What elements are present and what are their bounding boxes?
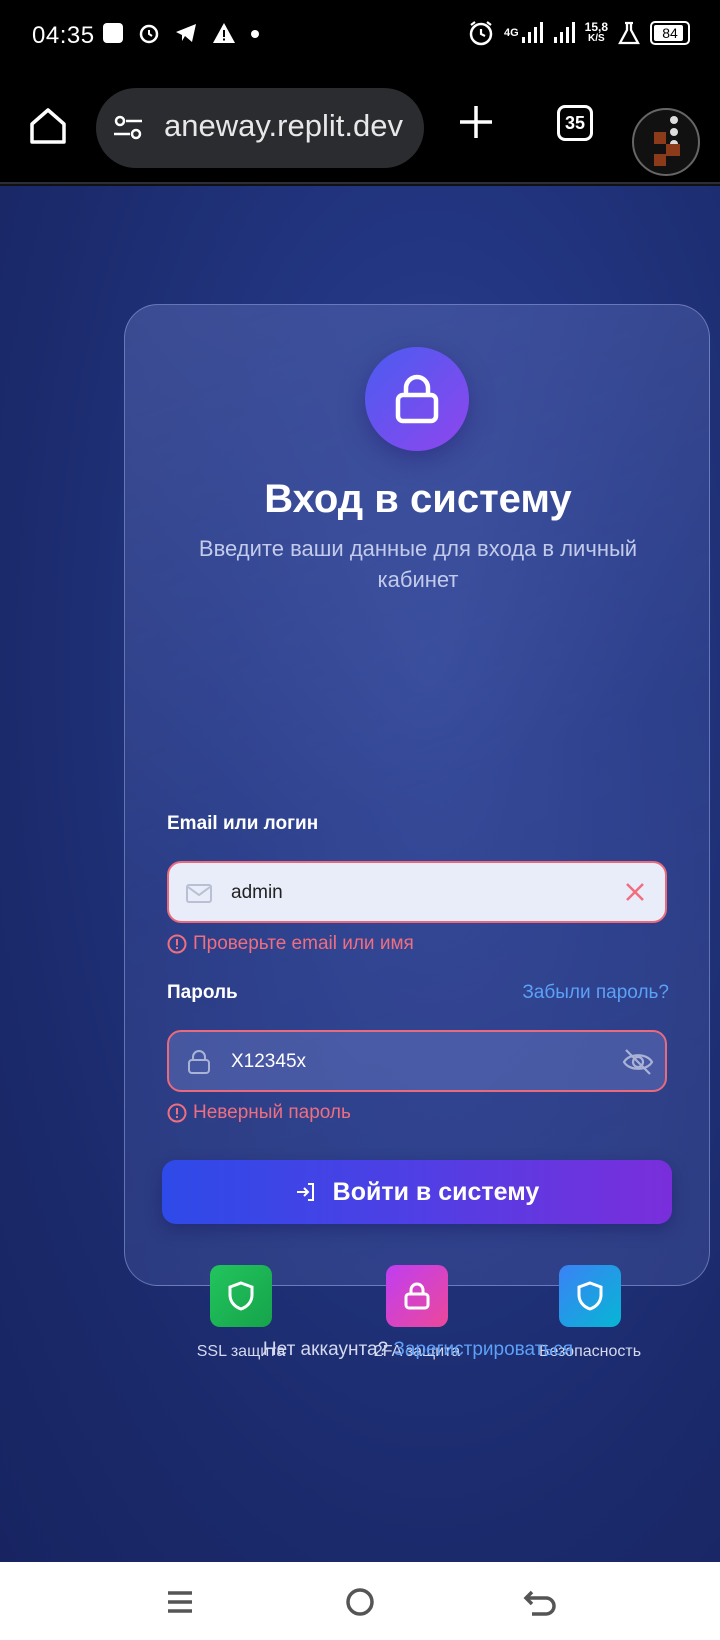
lock-icon bbox=[395, 374, 439, 424]
signal-icon-2 bbox=[553, 22, 575, 43]
url-text[interactable]: aneway.replit.dev bbox=[164, 108, 412, 144]
email-error: Проверьте email или имя bbox=[167, 933, 414, 955]
status-bar: 04:35 4G 15,8 K/S 84 bbox=[0, 0, 720, 72]
page-title: Вход в систему bbox=[264, 477, 572, 521]
mail-icon bbox=[186, 884, 212, 903]
eye-off-icon[interactable] bbox=[621, 1046, 655, 1078]
lock-icon bbox=[188, 1050, 210, 1074]
register-link[interactable]: Зарегистрироваться bbox=[393, 1339, 573, 1360]
battery-indicator: 84 bbox=[650, 21, 690, 45]
recents-icon[interactable] bbox=[162, 1584, 198, 1620]
shield-icon bbox=[228, 1281, 254, 1311]
password-value[interactable]: X12345x bbox=[231, 1051, 306, 1073]
alarm-icon bbox=[139, 24, 159, 44]
sign-in-icon bbox=[296, 1183, 314, 1201]
email-label: Email или логин bbox=[167, 813, 319, 834]
login-page: Вход в систему Введите ваши данные для в… bbox=[0, 186, 720, 1562]
system-nav-bar bbox=[0, 1562, 720, 1640]
profile-menu-icon bbox=[654, 116, 680, 166]
telegram-icon bbox=[176, 24, 196, 42]
login-button[interactable]: Войти в систему bbox=[162, 1160, 672, 1224]
email-value[interactable]: admin bbox=[231, 882, 283, 904]
login-button-label: Войти в систему bbox=[332, 1177, 540, 1206]
alert-circle-icon bbox=[167, 934, 187, 954]
password-label: Пароль bbox=[167, 982, 238, 1003]
back-icon[interactable] bbox=[522, 1584, 558, 1620]
system-icons: 4G 15,8 K/S 84 bbox=[468, 20, 690, 46]
email-error-text: Проверьте email или имя bbox=[193, 933, 414, 954]
alarm-icon bbox=[469, 21, 493, 46]
new-tab-icon[interactable] bbox=[456, 102, 496, 142]
feature-ssl-badge bbox=[210, 1265, 272, 1327]
password-error-text: Неверный пароль bbox=[193, 1102, 351, 1123]
speed-unit: K/S bbox=[587, 33, 605, 44]
signal-icon bbox=[521, 22, 543, 43]
notification-icons bbox=[102, 22, 260, 44]
menu-button[interactable] bbox=[632, 108, 700, 176]
shield-icon bbox=[577, 1281, 603, 1311]
feature-security-badge bbox=[559, 1265, 621, 1327]
forgot-password-link[interactable]: Забыли пароль? bbox=[522, 982, 669, 1004]
login-card: Вход в систему Введите ваши данные для в… bbox=[124, 304, 710, 1360]
home-circle-icon[interactable] bbox=[342, 1584, 378, 1620]
lock-badge bbox=[365, 347, 469, 451]
browser-toolbar: aneway.replit.dev 35 bbox=[0, 72, 720, 184]
register-prompt-text: Нет аккаунта? bbox=[262, 1339, 389, 1360]
alert-circle-icon bbox=[167, 1103, 187, 1123]
page-subtitle: Введите ваши данные для входа в личный к… bbox=[198, 536, 638, 592]
home-icon[interactable] bbox=[26, 104, 70, 148]
email-field[interactable]: admin bbox=[167, 861, 667, 923]
data-speed: 15,8 K/S bbox=[584, 20, 608, 44]
dot-icon bbox=[251, 30, 259, 38]
address-bar[interactable]: aneway.replit.dev bbox=[96, 88, 424, 168]
lock-icon bbox=[404, 1282, 430, 1310]
tabs-button[interactable]: 35 bbox=[557, 105, 593, 141]
site-settings-icon[interactable] bbox=[112, 112, 144, 144]
warning-icon bbox=[213, 23, 235, 43]
password-error: Неверный пароль bbox=[167, 1102, 351, 1124]
network-indicator: 4G bbox=[504, 21, 543, 45]
lab-icon bbox=[618, 21, 640, 45]
network-type: 4G bbox=[503, 26, 519, 39]
clear-icon[interactable] bbox=[621, 878, 649, 906]
status-time: 04:35 bbox=[32, 22, 95, 49]
feature-2fa-badge bbox=[386, 1265, 448, 1327]
app-notification-icon bbox=[103, 23, 123, 43]
speed-value: 15,8 bbox=[584, 20, 608, 34]
register-prompt: Нет аккаунта? Зарегистрироваться bbox=[125, 1339, 711, 1361]
battery-level: 84 bbox=[662, 25, 678, 41]
password-field[interactable]: X12345x bbox=[167, 1030, 667, 1092]
